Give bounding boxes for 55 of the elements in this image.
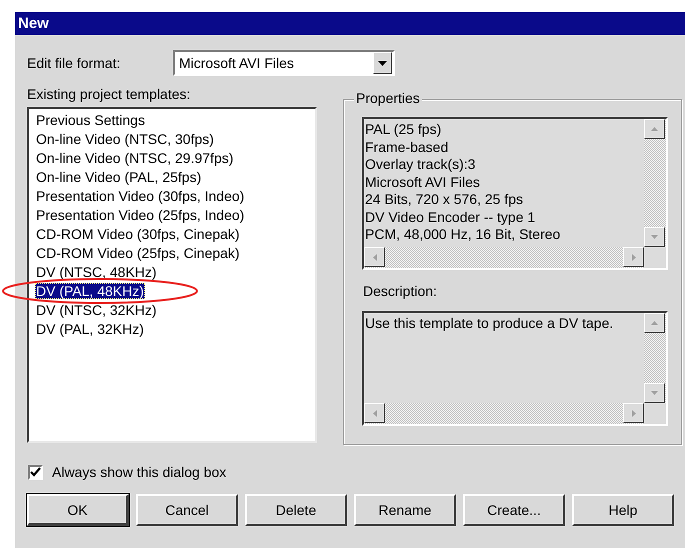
horizontal-scrollbar[interactable] <box>364 403 644 424</box>
dialog-button[interactable]: OK <box>27 494 129 526</box>
window-title: New <box>18 15 49 32</box>
scroll-left-button[interactable] <box>364 403 385 423</box>
property-line: Frame-based <box>365 138 450 156</box>
properties-title: Properties <box>354 90 422 106</box>
dialog-button[interactable]: Rename <box>354 494 456 526</box>
vertical-scrollbar[interactable] <box>644 119 666 247</box>
left-arrow-icon <box>372 410 376 416</box>
scroll-right-button[interactable] <box>623 403 644 423</box>
template-item[interactable]: DV (NTSC, 48KHz) <box>35 264 158 280</box>
checkbox[interactable] <box>28 464 43 480</box>
templates-label: Existing project templates: <box>27 86 192 104</box>
scroll-left-button[interactable] <box>364 247 385 267</box>
template-item[interactable]: Previous Settings <box>35 112 146 128</box>
dialog-button[interactable]: Cancel <box>136 494 238 526</box>
format-label: Edit file format: <box>27 55 122 71</box>
scroll-up-button[interactable] <box>644 119 665 139</box>
property-line: Microsoft AVI Files <box>365 174 481 191</box>
property-line: DV Video Encoder -- type 1 <box>365 208 536 226</box>
template-item[interactable]: DV (PAL, 48KHz) <box>35 283 145 299</box>
template-item[interactable]: On-line Video (NTSC, 29.97fps) <box>35 150 234 166</box>
vertical-scrollbar[interactable] <box>644 313 666 403</box>
property-line: Overlay track(s):3 <box>365 156 476 174</box>
dialog-button[interactable]: Help <box>572 494 674 526</box>
scroll-up-button[interactable] <box>644 313 665 333</box>
description-text: Use this template to produce a DV tape. <box>365 315 614 332</box>
template-item[interactable]: CD-ROM Video (25fps, Cinepak) <box>35 245 241 261</box>
template-item[interactable]: Presentation Video (25fps, Indeo) <box>35 207 246 223</box>
templates-list[interactable] <box>27 107 317 443</box>
scroll-down-button[interactable] <box>644 227 665 247</box>
down-arrow-icon <box>651 391 658 395</box>
right-arrow-icon <box>632 410 636 416</box>
template-item[interactable]: On-line Video (NTSC, 30fps) <box>35 131 215 147</box>
format-dropdown[interactable]: Microsoft AVI Files <box>173 50 395 76</box>
down-arrow-icon <box>651 235 658 239</box>
property-line: 24 Bits, 720 x 576, 25 fps <box>365 191 524 208</box>
template-item[interactable]: DV (NTSC, 32KHz) <box>35 302 158 318</box>
scroll-right-button[interactable] <box>623 247 644 267</box>
template-item[interactable]: CD-ROM Video (30fps, Cinepak) <box>35 226 241 242</box>
up-arrow-icon <box>651 321 658 325</box>
checkbox-label: Always show this dialog box <box>52 464 226 480</box>
template-item[interactable]: Presentation Video (30fps, Indeo) <box>35 188 246 204</box>
scroll-down-button[interactable] <box>644 383 665 403</box>
left-arrow-icon <box>372 254 376 260</box>
property-line: PAL (25 fps) <box>365 121 442 138</box>
description-label: Description: <box>363 283 438 299</box>
up-arrow-icon <box>651 127 658 131</box>
dialog-button[interactable]: Create... <box>463 494 565 526</box>
template-item[interactable]: DV (PAL, 32KHz) <box>35 321 145 337</box>
property-line: PCM, 48,000 Hz, 16 Bit, Stereo <box>365 226 562 244</box>
horizontal-scrollbar[interactable] <box>364 247 644 268</box>
template-item[interactable]: On-line Video (PAL, 25fps) <box>35 169 202 185</box>
right-arrow-icon <box>632 254 636 260</box>
dialog-button[interactable]: Delete <box>245 494 347 526</box>
